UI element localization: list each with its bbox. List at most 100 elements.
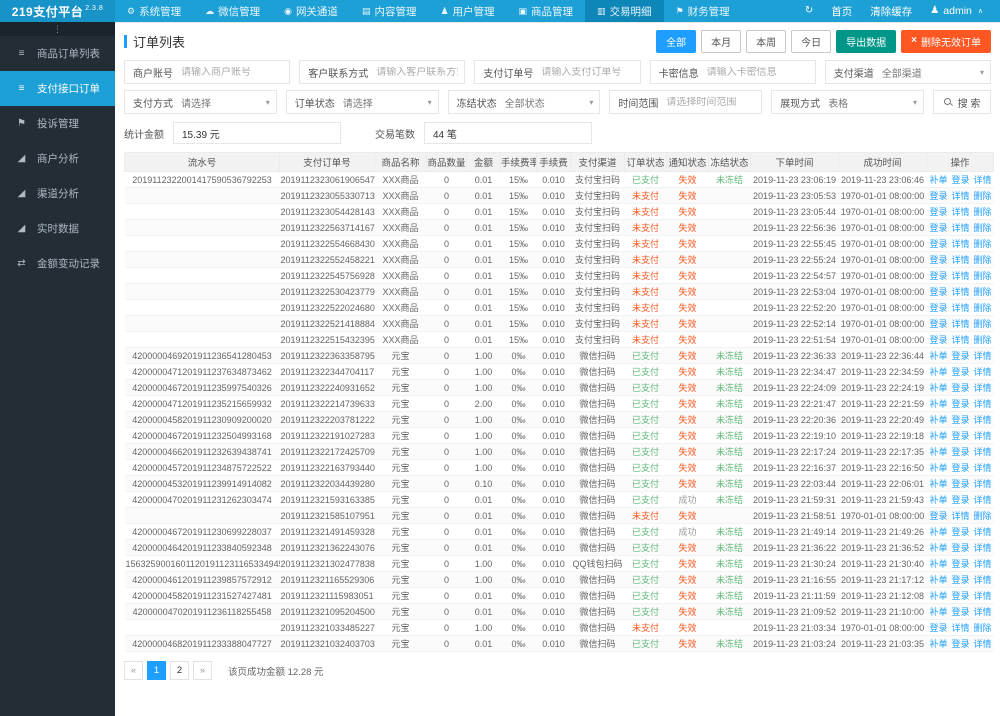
page-button-1[interactable]: 1 [147,661,166,680]
action-link[interactable]: 登录 [952,479,970,489]
action-link[interactable]: 登录 [930,255,948,265]
action-link[interactable]: 登录 [952,639,970,649]
action-link[interactable]: 登录 [930,191,948,201]
payment-channel-select[interactable]: 全部渠道 ▾ [882,65,990,80]
delete-invalid-orders-button[interactable]: × 删除无效订单 [901,29,991,53]
action-link[interactable]: 补单 [930,495,948,505]
display-mode-select[interactable]: 表格 ▾ [828,95,923,110]
action-link[interactable]: 详情 [974,399,992,409]
action-link[interactable]: 详情 [952,207,970,217]
nav-item-system[interactable]: ⚙ 系统管理 [115,0,193,22]
action-link[interactable]: 登录 [952,415,970,425]
action-link[interactable]: 补单 [930,639,948,649]
action-link[interactable]: 登录 [930,623,948,633]
sidebar-toggle[interactable]: ⋮ [0,22,115,36]
action-link[interactable]: 登录 [930,207,948,217]
action-link[interactable]: 详情 [952,303,970,313]
action-link[interactable]: 详情 [974,543,992,553]
action-link[interactable]: 详情 [974,479,992,489]
merchant-account-input[interactable] [181,66,284,78]
nav-item-gateway[interactable]: ◉ 网关通道 [272,0,350,22]
action-link[interactable]: 登录 [952,527,970,537]
order-status-select[interactable]: 请选择 ▾ [343,95,438,110]
clear-cache-link[interactable]: 清除缓存 [861,4,921,19]
action-link[interactable]: 补单 [930,175,948,185]
action-link[interactable]: 登录 [930,271,948,281]
action-link[interactable]: 补单 [930,383,948,393]
nav-item-users[interactable]: ♟ 用户管理 [428,0,506,22]
action-link[interactable]: 补单 [930,591,948,601]
action-link[interactable]: 登录 [952,575,970,585]
page-button-2[interactable]: 2 [170,661,189,680]
home-link[interactable]: 首页 [822,4,861,19]
card-info-input[interactable] [706,66,809,78]
action-link[interactable]: 删除 [974,335,992,345]
action-link[interactable]: 详情 [952,511,970,521]
sidebar-item-channel-analysis[interactable]: ◢ 渠道分析 [0,176,115,211]
nav-item-transactions[interactable]: ▥ 交易明细 [585,0,664,22]
action-link[interactable]: 登录 [930,335,948,345]
action-link[interactable]: 详情 [974,367,992,377]
action-link[interactable]: 删除 [974,319,992,329]
action-link[interactable]: 详情 [952,223,970,233]
action-link[interactable]: 补单 [930,607,948,617]
sidebar-item-product-orders[interactable]: ≡ 商品订单列表 [0,36,115,71]
action-link[interactable]: 详情 [974,495,992,505]
time-range-input[interactable] [666,96,756,108]
prev-page-button[interactable]: « [124,661,143,680]
action-link[interactable]: 详情 [974,559,992,569]
action-link[interactable]: 登录 [930,239,948,249]
action-link[interactable]: 详情 [952,335,970,345]
payment-method-select[interactable]: 请选择 ▾ [181,95,276,110]
action-link[interactable]: 详情 [974,575,992,585]
range-button-3[interactable]: 本周 [746,29,787,53]
action-link[interactable]: 详情 [974,527,992,537]
action-link[interactable]: 登录 [930,319,948,329]
action-link[interactable]: 删除 [974,255,992,265]
sidebar-item-merchant-analysis[interactable]: ◢ 商户分析 [0,141,115,176]
action-link[interactable]: 补单 [930,447,948,457]
action-link[interactable]: 补单 [930,367,948,377]
freeze-status-select[interactable]: 全部状态 ▾ [505,95,600,110]
action-link[interactable]: 登录 [952,383,970,393]
app-logo[interactable]: 219支付平台 2.3.8 [0,0,115,22]
sidebar-item-balance-log[interactable]: ⇄ 金额变动记录 [0,246,115,281]
action-link[interactable]: 补单 [930,559,948,569]
nav-item-content[interactable]: ▤ 内容管理 [350,0,429,22]
action-link[interactable]: 详情 [952,255,970,265]
action-link[interactable]: 登录 [952,367,970,377]
action-link[interactable]: 删除 [974,239,992,249]
action-link[interactable]: 补单 [930,527,948,537]
action-link[interactable]: 详情 [974,415,992,425]
action-link[interactable]: 补单 [930,463,948,473]
action-link[interactable]: 补单 [930,431,948,441]
action-link[interactable]: 补单 [930,479,948,489]
action-link[interactable]: 详情 [974,175,992,185]
customer-contact-input[interactable] [376,66,459,78]
next-page-button[interactable]: » [193,661,212,680]
action-link[interactable]: 删除 [974,207,992,217]
action-link[interactable]: 详情 [974,351,992,361]
action-link[interactable]: 详情 [952,319,970,329]
action-link[interactable]: 登录 [952,447,970,457]
action-link[interactable]: 删除 [974,223,992,233]
export-data-button[interactable]: 导出数据 [836,29,897,53]
user-menu[interactable]: ♟ admin ∧ [921,5,992,17]
action-link[interactable]: 删除 [974,511,992,521]
action-link[interactable]: 详情 [974,383,992,393]
action-link[interactable]: 详情 [974,447,992,457]
action-link[interactable]: 补单 [930,351,948,361]
action-link[interactable]: 详情 [952,191,970,201]
action-link[interactable]: 登录 [930,511,948,521]
action-link[interactable]: 登录 [930,223,948,233]
action-link[interactable]: 补单 [930,575,948,585]
action-link[interactable]: 删除 [974,303,992,313]
action-link[interactable]: 详情 [952,287,970,297]
action-link[interactable]: 登录 [952,351,970,361]
action-link[interactable]: 登录 [952,591,970,601]
action-link[interactable]: 登录 [952,543,970,553]
action-link[interactable]: 登录 [952,175,970,185]
sidebar-item-realtime-data[interactable]: ◢ 实时数据 [0,211,115,246]
action-link[interactable]: 补单 [930,415,948,425]
action-link[interactable]: 删除 [974,287,992,297]
